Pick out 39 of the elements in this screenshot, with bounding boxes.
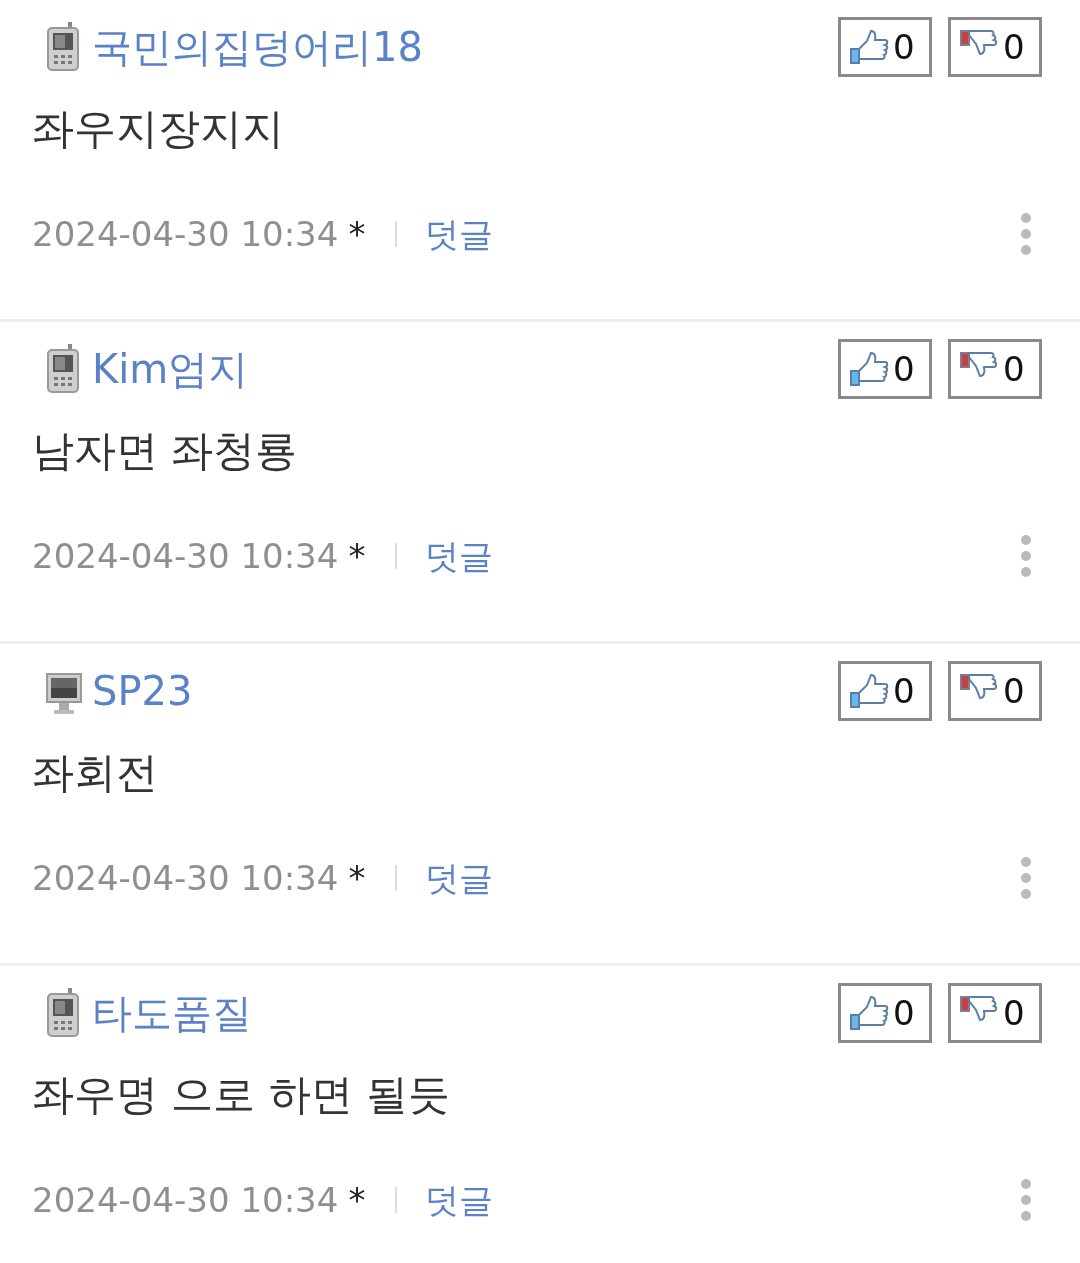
reply-link[interactable]: 덧글: [425, 208, 494, 260]
like-button[interactable]: 0: [838, 983, 932, 1043]
edited-mark: *: [348, 1178, 366, 1222]
author-name[interactable]: Kim엄지: [92, 349, 249, 389]
more-options-icon[interactable]: [1020, 212, 1032, 257]
edited-mark: *: [348, 212, 366, 256]
like-button[interactable]: 0: [838, 661, 932, 721]
comment-text: 남자면 좌청룡: [32, 425, 299, 477]
more-options-icon[interactable]: [1020, 534, 1032, 579]
mobile-phone-icon: [46, 344, 82, 394]
comment-date: 2024-04-30 10:34: [32, 1178, 339, 1222]
edited-mark: *: [348, 534, 366, 578]
more-options-icon[interactable]: [1020, 856, 1032, 901]
author-name[interactable]: 국민의집덩어리18: [92, 27, 423, 67]
edited-mark: *: [348, 856, 366, 900]
reply-link[interactable]: 덧글: [425, 1174, 494, 1226]
reply-link[interactable]: 덧글: [425, 530, 494, 582]
thumbs-up-icon: [847, 671, 891, 711]
dislike-button[interactable]: 0: [948, 17, 1042, 77]
like-button[interactable]: 0: [838, 17, 932, 77]
reply-link[interactable]: 덧글: [425, 852, 494, 904]
comment-date: 2024-04-30 10:34: [32, 856, 339, 900]
thumbs-up-icon: [847, 27, 891, 67]
author-name[interactable]: SP23: [92, 671, 193, 711]
comment-text: 좌회전: [32, 747, 159, 799]
dislike-button[interactable]: 0: [948, 661, 1042, 721]
mobile-phone-icon: [46, 22, 82, 72]
more-options-icon[interactable]: [1020, 1178, 1032, 1223]
thumbs-up-icon: [847, 349, 891, 389]
comment-text: 좌우명 으로 하면 될듯: [32, 1069, 452, 1121]
like-button[interactable]: 0: [838, 339, 932, 399]
dislike-button[interactable]: 0: [948, 339, 1042, 399]
comment-text: 좌우지장지지: [32, 103, 285, 155]
thumbs-up-icon: [847, 993, 891, 1033]
comment-date: 2024-04-30 10:34: [32, 212, 339, 256]
dislike-button[interactable]: 0: [948, 983, 1042, 1043]
mobile-phone-icon: [46, 988, 82, 1038]
comment-date: 2024-04-30 10:34: [32, 534, 339, 578]
author-name[interactable]: 타도품질: [92, 993, 252, 1033]
